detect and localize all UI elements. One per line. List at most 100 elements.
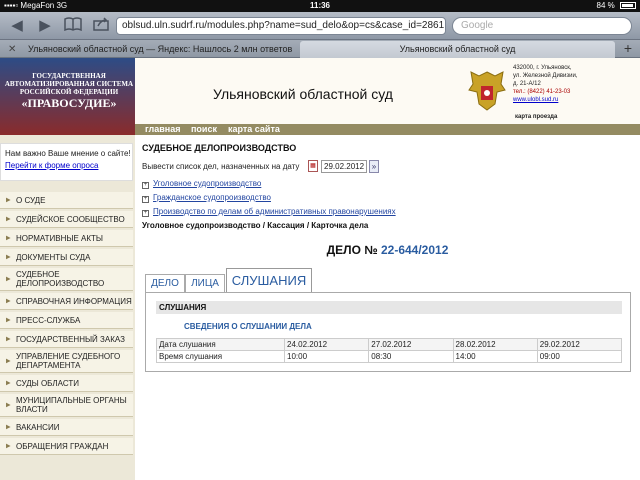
sidebar-item-state-order[interactable]: ▶ ГОСУДАРСТВЕННЫЙ ЗАКАЗ [0,331,133,348]
sidebar-item-label: ОБРАЩЕНИЯ ГРАЖДАН [16,441,109,451]
address-line: ул. Железной Дивизии, [513,73,578,79]
sidebar-item-normative-acts[interactable]: ▶ НОРМАТИВНЫЕ АКТЫ [0,230,133,247]
category-administrative-link[interactable]: + Производство по делам об административн… [142,207,396,217]
calendar-icon[interactable]: ▦ [308,160,318,172]
expand-icon[interactable]: + [142,182,149,189]
sidebar-item-judicial-community[interactable]: ▶ СУДЕЙСКОЕ СООБЩЕСТВО [0,211,133,228]
hearings-table: Дата слушания 24.02.2012 27.02.2012 28.0… [156,338,623,363]
sidebar-item-court-proceedings[interactable]: ▶ СУДЕБНОЕ ДЕЛОПРОИЗВОДСТВО [0,268,133,291]
clock: 11:36 [309,1,331,10]
category-civil-link[interactable]: + Гражданское судопроизводство [142,193,271,203]
sidebar-item-label: МУНИЦИПАЛЬНЫЕ ОРГАНЫ ВЛАСТИ [16,396,127,414]
expand-icon[interactable]: + [142,196,149,203]
tab-case[interactable]: ДЕЛО [145,274,185,292]
arrow-icon: ▶ [6,235,11,242]
case-prefix: ДЕЛО № [326,243,378,257]
nav-home[interactable]: главная [145,124,180,135]
share-icon[interactable] [90,17,112,35]
arrow-icon: ▶ [6,298,11,305]
forward-icon[interactable]: ▶ [34,17,56,35]
sidebar-item-label: ДОКУМЕНТЫ СУДА [16,252,91,262]
hearing-date: 24.02.2012 [283,338,370,351]
add-tab-icon[interactable]: + [624,40,632,57]
sidebar-item-citizen-appeals[interactable]: ▶ ОБРАЩЕНИЯ ГРАЖДАН [0,438,133,455]
address-line: д. 21-А/12 [513,81,541,87]
category-criminal-link[interactable]: + Уголовное судопроизводство [142,179,261,189]
arrow-icon: ▶ [6,336,11,343]
hearing-date: 29.02.2012 [536,338,623,351]
category-label: Уголовное судопроизводство [153,179,262,188]
banner-title: «ПРАВОСУДИЕ» [21,96,117,110]
category-label: Производство по делам об административны… [153,207,396,216]
sidebar-item-court-documents[interactable]: ▶ ДОКУМЕНТЫ СУДА [0,249,133,266]
arrow-icon: ▶ [6,402,11,409]
browser-toolbar: ◀ ▶ oblsud.uln.sudrf.ru/modules.php?name… [0,12,640,40]
sidebar-item-label: ГОСУДАРСТВЕННЫЙ ЗАКАЗ [16,334,125,344]
sidebar-item-press-service[interactable]: ▶ ПРЕСС-СЛУЖБА [0,312,133,329]
court-phone: тел.: (8422) 41-23-03 [513,89,571,95]
banner-line: РОССИЙСКОЙ ФЕДЕРАЦИИ [19,88,119,96]
hearing-time: 14:00 [452,350,538,363]
row-label: Время слушания [156,350,285,363]
arrow-icon: ▶ [6,424,11,431]
tab-title: Ульяновский областной суд — Яндекс: Нашл… [28,44,293,54]
court-website-link[interactable]: www.ulobl.sud.ru [513,96,578,104]
sidebar-item-region-courts[interactable]: ▶ СУДЫ ОБЛАСТИ [0,375,133,392]
arrow-icon: ▶ [6,197,11,204]
status-bar: ▪▪▪▪▫ MegaFon 3G 11:36 84 % [0,0,640,12]
battery-icon [620,2,636,9]
sidebar-item-label: ВАКАНСИИ [16,422,60,432]
tab-hearings[interactable]: СЛУШАНИЯ [226,268,312,292]
sidebar-item-label: СПРАВОЧНАЯ ИНФОРМАЦИЯ [16,296,132,306]
tab-title: Ульяновский областной суд [399,44,516,54]
sidebar-item-reference-info[interactable]: ▶ СПРАВОЧНАЯ ИНФОРМАЦИЯ [0,293,133,310]
arrow-icon: ▶ [6,317,11,324]
hearing-date: 28.02.2012 [452,338,538,351]
sidebar-item-about[interactable]: ▶ О СУДЕ [0,192,133,209]
expand-icon[interactable]: + [142,210,149,217]
sidebar-item-label: СУДЕБНОЕ ДЕЛОПРОИЗВОДСТВО [16,270,105,288]
arrow-icon: ▶ [6,254,11,261]
pravosudie-banner[interactable]: ГОСУДАРСТВЕННАЯ АВТОМАТИЗИРОВАННАЯ СИСТЕ… [0,58,135,135]
main-content: СУДЕБНОЕ ДЕЛОПРОИЗВОДСТВО Вывести список… [135,135,640,480]
case-number: 22-644/2012 [380,243,449,257]
site-header: ГОСУДАРСТВЕННАЯ АВТОМАТИЗИРОВАННАЯ СИСТЕ… [0,58,640,135]
case-title: ДЕЛО № 22-644/2012 [135,243,640,257]
sidebar-item-label: НОРМАТИВНЫЕ АКТЫ [16,233,103,243]
section-title: СУДЕБНОЕ ДЕЛОПРОИЗВОДСТВО [142,143,297,153]
panel-title: СЛУШАНИЯ [156,301,622,314]
banner-line: АВТОМАТИЗИРОВАННАЯ СИСТЕМА [4,80,134,88]
sidebar-item-vacancies[interactable]: ▶ ВАКАНСИИ [0,419,133,436]
nav-search[interactable]: поиск [191,124,217,135]
browser-tab[interactable]: ✕ Ульяновский областной суд — Яндекс: На… [0,41,300,58]
breadcrumb: Уголовное судопроизводство / Кассация / … [142,221,369,230]
map-link[interactable]: карта проезда [515,114,557,120]
search-input[interactable]: Google [452,17,632,35]
date-input[interactable]: 29.02.2012 [321,160,367,173]
opinion-text: Нам важно Ваше мнение о сайте! [5,149,131,158]
arrow-icon: ▶ [6,276,11,283]
hearing-time: 10:00 [283,350,370,363]
sidebar-item-label: О СУДЕ [16,195,46,205]
close-icon[interactable]: ✕ [8,41,16,58]
nav-sitemap[interactable]: карта сайта [228,124,280,135]
url-field[interactable]: oblsud.uln.sudrf.ru/modules.php?name=sud… [116,17,446,35]
hearings-panel: СЛУШАНИЯ СВЕДЕНИЯ О СЛУШАНИИ ДЕЛА Дата с… [145,292,631,372]
banner-line: ГОСУДАРСТВЕННАЯ [32,72,106,80]
row-label: Дата слушания [156,338,285,351]
tab-persons[interactable]: ЛИЦА [185,274,225,292]
filter-label: Вывести список дел, назначенных на дату [142,162,300,171]
sidebar-item-label: СУДЫ ОБЛАСТИ [16,378,79,388]
go-button[interactable]: » [369,160,379,173]
sidebar-item-judicial-department[interactable]: ▶ УПРАВЛЕНИЕ СУДЕБНОГО ДЕПАРТАМЕНТА [0,350,133,373]
hearing-time: 09:00 [536,350,623,363]
arrow-icon: ▶ [6,216,11,223]
sidebar-item-label: ПРЕСС-СЛУЖБА [16,315,81,325]
arrow-icon: ▶ [6,358,11,365]
back-icon[interactable]: ◀ [6,17,28,35]
survey-link[interactable]: Перейти к форме опроса [5,161,98,170]
court-address: 432000, г. Ульяновск, ул. Железной Дивиз… [513,64,578,104]
sidebar-item-municipal-authorities[interactable]: ▶ МУНИЦИПАЛЬНЫЕ ОРГАНЫ ВЛАСТИ [0,394,133,417]
bookmarks-icon[interactable] [62,17,84,35]
browser-tab-active[interactable]: Ульяновский областной суд [300,41,615,58]
